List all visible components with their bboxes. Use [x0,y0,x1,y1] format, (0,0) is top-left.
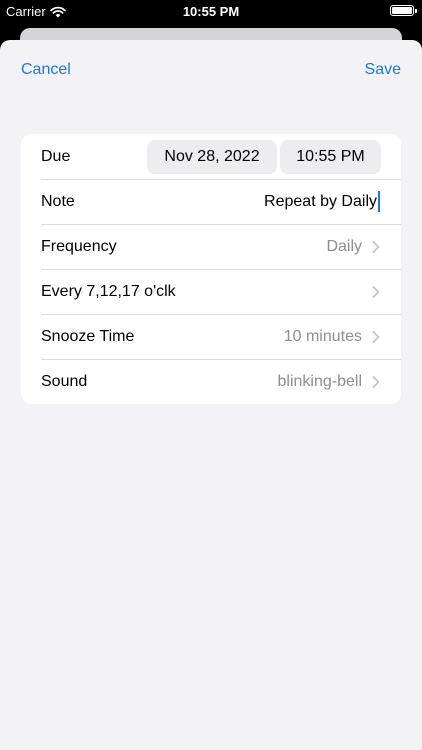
frequency-label: Frequency [41,237,117,255]
note-input[interactable]: Repeat by Daily [264,191,380,212]
sound-value: blinking-bell [277,372,363,390]
due-label: Due [41,147,71,165]
settings-card: Due Nov 28, 2022 10:55 PM Note Repeat by… [21,134,401,404]
chevron-right-icon [372,330,380,343]
note-row[interactable]: Note Repeat by Daily [21,179,401,224]
cancel-button[interactable]: Cancel [21,61,71,79]
text-cursor [378,191,380,212]
frequency-value: Daily [326,237,362,255]
snooze-value: 10 minutes [283,327,362,345]
every-label: Every 7,12,17 o'clk [41,282,176,300]
note-value: Repeat by Daily [264,192,377,210]
snooze-row[interactable]: Snooze Time 10 minutes [21,314,401,359]
snooze-label: Snooze Time [41,327,135,345]
chevron-right-icon [372,285,380,298]
battery-icon [390,5,417,16]
sound-label: Sound [41,372,88,390]
modal-sheet: Cancel Save Due Nov 28, 2022 10:55 PM No… [0,40,422,750]
due-date-picker[interactable]: Nov 28, 2022 [147,140,277,174]
chevron-right-icon [372,375,380,388]
every-row[interactable]: Every 7,12,17 o'clk [21,269,401,314]
save-button[interactable]: Save [365,61,401,79]
status-time: 10:55 PM [182,4,240,19]
note-label: Note [41,192,75,210]
chevron-right-icon [372,240,380,253]
due-time-picker[interactable]: 10:55 PM [280,140,381,174]
frequency-row[interactable]: Frequency Daily [21,224,401,269]
status-bar: Carrier 10:55 PM [0,0,422,24]
due-row: Due Nov 28, 2022 10:55 PM [21,134,401,179]
sound-row[interactable]: Sound blinking-bell [21,359,401,404]
